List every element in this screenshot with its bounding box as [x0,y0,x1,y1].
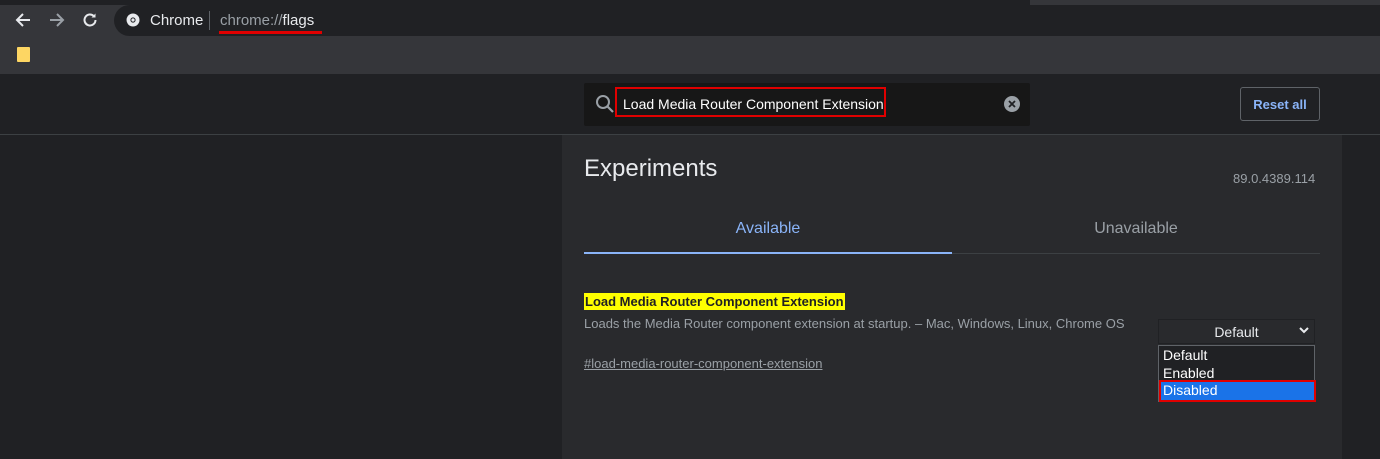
omnibox-divider [209,11,210,30]
url-text[interactable]: chrome://flags [220,12,314,29]
version-label: 89.0.4389.114 [1233,171,1316,186]
search-icon [596,95,614,113]
tab-available[interactable]: Available [584,205,952,253]
url-annotation-underline [219,31,322,34]
forward-arrow-icon [50,13,65,27]
experiment-name: Load Media Router Component Extension [584,293,845,310]
search-input[interactable]: Load Media Router Component Extension [623,96,884,112]
url-scheme: chrome:// [220,12,283,29]
back-arrow-icon [15,13,30,27]
select-value: Default [1214,323,1259,340]
bookmark-icon[interactable] [17,47,30,62]
bookmarks-bar [0,38,1380,74]
reload-button[interactable] [79,9,101,31]
experiment-link[interactable]: #load-media-router-component-extension [584,356,822,371]
chrome-logo-icon [126,13,140,27]
option-enabled[interactable]: Enabled [1163,365,1214,381]
url-path: flags [282,12,315,29]
tab-unavailable[interactable]: Unavailable [952,205,1320,253]
site-label: Chrome [150,12,204,29]
clear-search-icon[interactable] [1003,95,1021,113]
chevron-down-icon [1299,327,1309,334]
option-annotation-box [1159,380,1316,402]
tab-active-indicator [584,252,952,254]
experiment-description: Loads the Media Router component extensi… [584,316,1125,331]
reload-icon [83,13,97,27]
forward-button[interactable] [46,9,68,31]
reset-all-button[interactable]: Reset all [1240,87,1320,121]
experiment-select[interactable]: Default [1158,319,1315,344]
page-title: Experiments [584,155,718,182]
option-default[interactable]: Default [1163,347,1207,363]
back-button[interactable] [12,9,34,31]
